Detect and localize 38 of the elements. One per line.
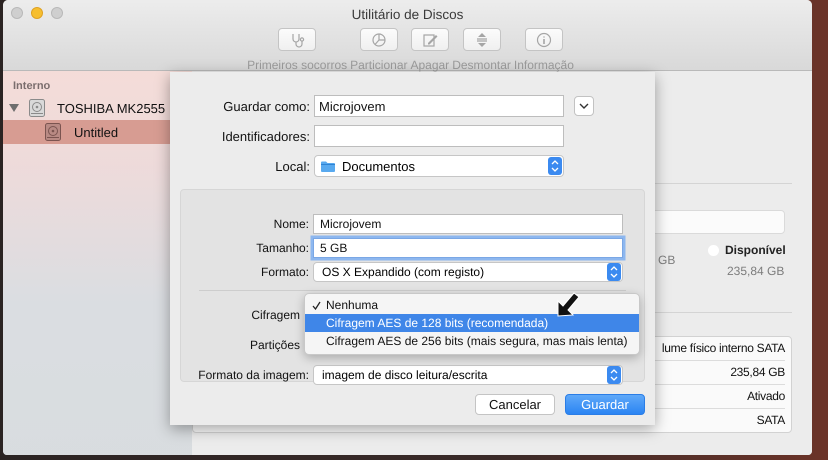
field-label: Formato: — [260, 265, 310, 279]
legend-label: Disponível — [725, 243, 786, 257]
field-label: Local: — [274, 158, 311, 174]
input-field[interactable]: Microjovem — [314, 95, 564, 117]
stepper-icon — [607, 366, 621, 384]
stepper-icon — [548, 157, 562, 175]
volume-icon — [44, 122, 62, 142]
sidebar-header: Interno — [12, 80, 52, 94]
folder-icon — [320, 160, 336, 172]
zoom-button[interactable] — [51, 7, 63, 19]
field-label: Guardar como: — [222, 98, 311, 114]
field-label: Partições — [248, 337, 301, 354]
legend-value: GB — [658, 253, 676, 267]
field-label: Tamanho: — [255, 241, 310, 255]
stepper-icon — [607, 263, 621, 281]
field-label: Nome: — [272, 217, 310, 231]
popup-button[interactable]: Documentos — [314, 155, 564, 177]
legend-value: 235,84 GB — [726, 264, 786, 278]
sidebar-item[interactable]: TOSHIBA MK2555 — [3, 96, 192, 120]
field-label: Cifragem — [250, 307, 301, 324]
menu-item[interactable]: Cifragem AES de 128 bits (recomendada) — [305, 314, 639, 332]
menu-item[interactable]: Nenhuma — [305, 296, 639, 314]
close-button[interactable] — [11, 7, 23, 19]
minimize-button[interactable] — [31, 7, 43, 19]
input-field[interactable] — [314, 125, 564, 147]
expanded-triangle-icon[interactable] — [9, 103, 19, 113]
cancel-button[interactable]: Cancelar — [475, 394, 555, 415]
popup-button[interactable]: OS X Expandido (com registo) — [313, 262, 623, 282]
chevron-down-icon — [579, 103, 589, 109]
field-label: Identificadores: — [220, 128, 311, 144]
table-cell-text: SATA — [756, 412, 785, 429]
field-label: Formato da imagem: — [197, 368, 310, 382]
input-field[interactable]: Microjovem — [313, 214, 623, 234]
checkmark-icon — [312, 300, 321, 310]
input-field[interactable]: 5 GB — [313, 238, 623, 258]
window-title: Utilitário de Discos — [352, 6, 464, 24]
expand-button[interactable] — [574, 96, 594, 116]
popup-button[interactable]: imagem de disco leitura/escrita — [313, 365, 623, 385]
